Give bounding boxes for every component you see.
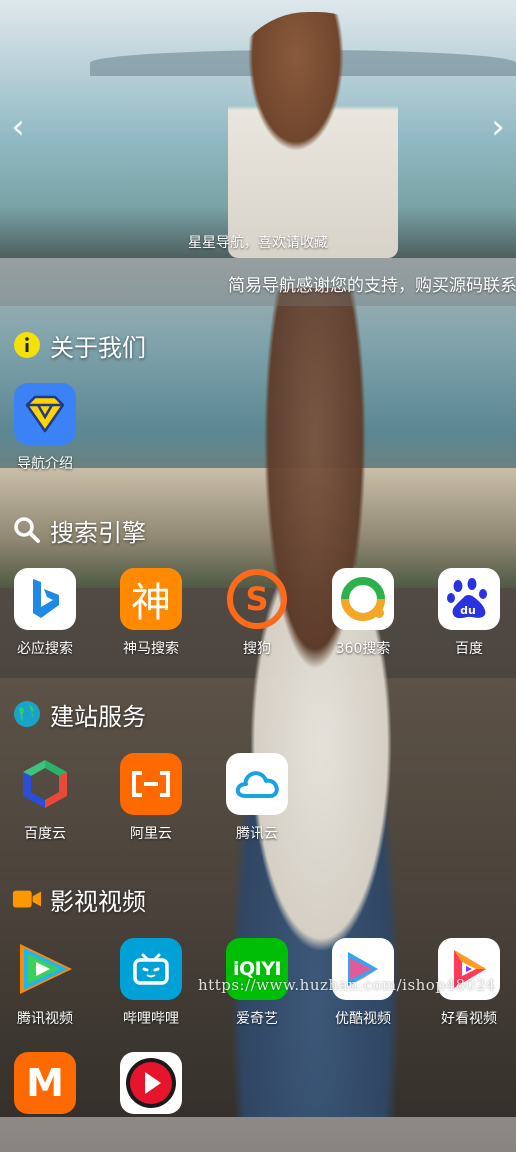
aliyun-icon — [120, 753, 182, 815]
nav-tile-shenma[interactable]: 神 神马搜索 — [106, 568, 196, 668]
tencent-video-icon — [14, 938, 76, 1000]
tile-label: 神马搜索 — [123, 641, 179, 657]
diamond-icon — [14, 383, 76, 445]
chevron-right-icon[interactable]: › — [486, 110, 510, 144]
section-title: 建站服务 — [50, 702, 146, 731]
nav-tile-sogou[interactable]: S 搜狗 — [212, 568, 302, 668]
banner-figure — [228, 12, 398, 258]
nav-tile-bing[interactable]: 必应搜索 — [0, 568, 90, 668]
tile-label: 百度 — [455, 641, 483, 657]
sogou-icon: S — [226, 568, 288, 630]
bing-icon — [14, 568, 76, 630]
baidu-glyph: du — [460, 604, 476, 617]
tile-label: 腾讯云 — [236, 826, 278, 842]
nav-tile-play-red[interactable] — [106, 1052, 196, 1152]
section-title: 关于我们 — [50, 333, 146, 362]
nav-tile-tencent-video[interactable]: 腾讯视频 — [0, 938, 90, 1038]
svg-text:S: S — [245, 580, 268, 618]
360-icon — [332, 568, 394, 630]
marquee-text: 简易导航感谢您的支持，购买源码联系 — [228, 276, 516, 296]
nav-tile-aliyun[interactable]: 阿里云 — [106, 753, 196, 853]
globe-icon — [12, 699, 42, 729]
tile-label: 哔哩哔哩 — [123, 1011, 179, 1027]
section-title: 搜索引擎 — [50, 518, 146, 547]
section-search-header: 搜索引擎 — [12, 512, 146, 548]
nav-tile-baidu[interactable]: du 百度 — [424, 568, 514, 668]
tile-label: 阿里云 — [130, 826, 172, 842]
chevron-left-icon[interactable]: ‹ — [6, 110, 30, 144]
tile-label: 腾讯视频 — [17, 1011, 73, 1027]
nav-tile-baidu-cloud[interactable]: 百度云 — [0, 753, 90, 853]
tencent-cloud-icon — [226, 753, 288, 815]
tile-label: 爱奇艺 — [236, 1011, 278, 1027]
nav-tile-tencent-cloud[interactable]: 腾讯云 — [212, 753, 302, 853]
tile-label: 搜狗 — [243, 641, 271, 657]
nav-tile-360[interactable]: 360搜索 — [318, 568, 408, 668]
section-build-header: 建站服务 — [12, 696, 146, 732]
info-icon — [12, 330, 42, 360]
section-about-header: 关于我们 — [12, 327, 146, 363]
tile-label: 好看视频 — [441, 1011, 497, 1027]
notice-marquee: 简易导航感谢您的支持，购买源码联系 — [0, 258, 516, 306]
play-red-icon — [120, 1052, 182, 1114]
tile-label: 导航介绍 — [17, 456, 73, 472]
mango-tv-icon: M — [14, 1052, 76, 1114]
nav-tile-intro[interactable]: 导航介绍 — [0, 383, 90, 483]
banner-carousel[interactable]: ‹ › 星星导航，喜欢请收藏 — [0, 0, 516, 258]
bilibili-icon — [120, 938, 182, 1000]
shenma-icon: 神 — [120, 568, 182, 630]
watermark-text: https://www.huzhan.com/ishop48024 — [198, 976, 496, 994]
banner-caption: 星星导航，喜欢请收藏 — [188, 235, 328, 251]
nav-tile-mango-tv[interactable]: M — [0, 1052, 90, 1152]
video-camera-icon — [12, 884, 42, 914]
tile-label: 百度云 — [24, 826, 66, 842]
section-title: 影视视频 — [50, 887, 146, 916]
baidu-cloud-icon — [14, 753, 76, 815]
tile-label: 必应搜索 — [17, 641, 73, 657]
tile-label: 360搜索 — [335, 641, 391, 657]
section-video-header: 影视视频 — [12, 881, 146, 917]
baidu-icon: du — [438, 568, 500, 630]
tile-label: 优酷视频 — [335, 1011, 391, 1027]
nav-tile-bilibili[interactable]: 哔哩哔哩 — [106, 938, 196, 1038]
search-icon — [12, 515, 42, 545]
